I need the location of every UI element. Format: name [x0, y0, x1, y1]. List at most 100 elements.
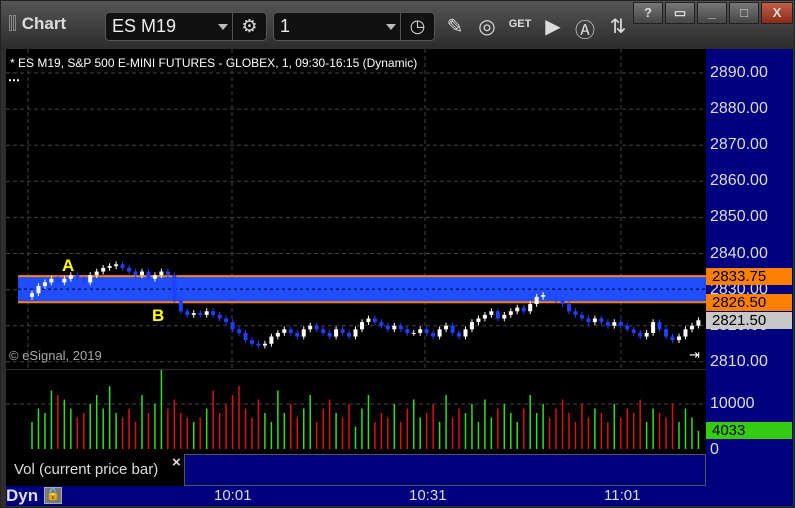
candle	[398, 325, 403, 330]
candle	[159, 271, 164, 276]
candle	[657, 322, 662, 330]
candle	[237, 329, 242, 333]
volume-last-tag: 4033	[706, 422, 792, 439]
candle	[81, 278, 86, 283]
candle	[230, 322, 235, 330]
volume-study-label: Vol (current price bar) ×	[6, 454, 184, 486]
candle	[146, 271, 151, 279]
maximize-button[interactable]: □	[729, 2, 759, 24]
candle	[120, 264, 125, 268]
candle	[450, 325, 455, 333]
candle	[127, 267, 132, 272]
scroll-to-end-icon[interactable]: ⇥	[689, 347, 700, 363]
price-tag-last: 2821.50	[706, 312, 792, 330]
candle	[592, 318, 597, 323]
window-title[interactable]: Chart	[9, 14, 66, 34]
link-icon[interactable]: ⇅	[606, 14, 630, 39]
candle	[191, 313, 196, 315]
candle	[644, 332, 649, 337]
candle	[670, 336, 675, 341]
candle	[579, 314, 584, 319]
candle	[385, 325, 390, 330]
pencil-icon[interactable]: ✎	[443, 14, 467, 39]
chart-window: Chart ES M19 ⚙ 1 ◷ ✎ ◎ GET ▶ Ⓐ ⇅ ? ▭ _ □ X…	[0, 0, 795, 508]
price-scale[interactable]: 2890.00 2880.00 2870.00 2860.00 2850.00 2840.…	[706, 49, 793, 486]
candle	[379, 322, 384, 326]
volume-scale-label: 10000	[710, 395, 755, 412]
chart-header: * ES M19, S&P 500 E-MINI FUTURES - GLOBE…	[10, 56, 418, 70]
candle	[114, 264, 119, 267]
candle	[353, 329, 358, 337]
volume-scale-label: 0	[710, 441, 719, 458]
candle	[560, 300, 565, 305]
price-label: 2840.00	[710, 244, 768, 262]
time-label: 10:01	[214, 487, 252, 504]
play-icon[interactable]: ▶	[541, 14, 565, 39]
alert-icon[interactable]: Ⓐ	[573, 14, 597, 43]
candle	[431, 332, 436, 337]
candle	[269, 336, 274, 344]
minimize-button[interactable]: _	[697, 2, 727, 24]
candle	[152, 275, 157, 279]
candle	[172, 275, 177, 301]
dyn-mode[interactable]: Dyn	[6, 486, 38, 506]
chevron-down-icon[interactable]	[218, 24, 228, 30]
candle	[94, 271, 99, 276]
candle	[599, 318, 604, 323]
volume-chart[interactable]	[6, 370, 706, 454]
candle	[457, 332, 462, 337]
clock-icon[interactable]: ◷	[400, 13, 434, 40]
price-label: 2810.00	[710, 352, 768, 370]
candle	[347, 332, 352, 337]
symbol-combo[interactable]: ES M19 ⚙	[105, 12, 267, 41]
candle	[418, 329, 423, 333]
candle	[463, 329, 468, 337]
candle	[508, 311, 513, 315]
close-study-icon[interactable]: ×	[172, 454, 181, 471]
lock-icon[interactable]: 🔓	[44, 487, 62, 504]
candle	[359, 322, 364, 330]
price-chart[interactable]: * ES M19, S&P 500 E-MINI FUTURES - GLOBE…	[6, 49, 706, 369]
candle	[314, 325, 319, 330]
candle	[249, 340, 254, 344]
interval-combo[interactable]: 1 ◷	[273, 12, 435, 41]
candle	[308, 325, 313, 330]
price-tag-lower: 2826.50	[706, 294, 792, 312]
label-b: B	[152, 306, 165, 325]
candle	[101, 267, 106, 272]
volume-study-name: Vol (current price bar)	[14, 461, 159, 478]
help-button[interactable]: ?	[633, 2, 663, 24]
time-axis[interactable]: Dyn 🔓 10:01 10:31 11:01	[6, 486, 793, 506]
candle	[689, 325, 694, 330]
price-tag-upper: 2833.75	[706, 268, 792, 286]
gear-icon[interactable]: ⚙	[232, 13, 266, 40]
candle	[618, 322, 623, 326]
candle	[547, 295, 552, 297]
candle	[295, 332, 300, 337]
layout-button[interactable]: ▭	[665, 2, 695, 24]
candle	[211, 311, 216, 315]
candle	[301, 329, 306, 337]
candle	[437, 329, 442, 337]
candle	[683, 329, 688, 337]
chevron-down-icon[interactable]	[386, 24, 396, 30]
candle	[36, 285, 41, 294]
get-data-icon[interactable]: GET	[508, 18, 532, 30]
candle	[521, 307, 526, 312]
study-icon[interactable]: ◎	[475, 14, 499, 39]
candle	[204, 311, 209, 315]
candle	[567, 304, 572, 312]
candle	[217, 314, 222, 319]
time-label: 11:01	[604, 487, 641, 504]
candle	[515, 307, 520, 312]
candle	[321, 329, 326, 333]
candle	[340, 329, 345, 333]
price-label: 2890.00	[710, 64, 768, 81]
price-label: 2860.00	[710, 172, 768, 190]
candle	[444, 325, 449, 330]
candle	[469, 322, 474, 330]
close-button[interactable]: X	[761, 2, 793, 24]
candle	[554, 296, 559, 301]
candle	[165, 271, 170, 276]
candle	[696, 320, 701, 326]
